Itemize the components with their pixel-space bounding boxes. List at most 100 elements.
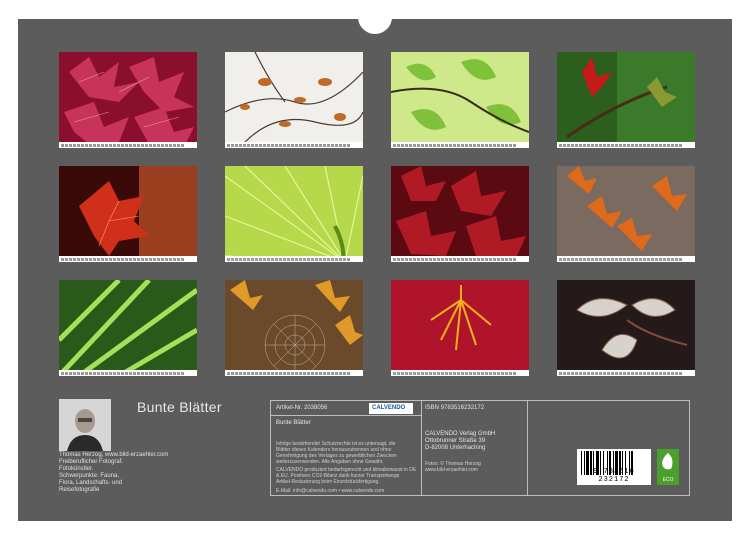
day-mark (157, 371, 160, 375)
day-mark (655, 143, 658, 147)
day-mark (433, 371, 436, 375)
day-mark (583, 143, 586, 147)
day-mark (61, 371, 64, 375)
isbn: ISBN 9783516232172 (425, 405, 485, 411)
day-mark (603, 371, 606, 375)
day-mark (93, 371, 96, 375)
day-mark (591, 257, 594, 261)
day-mark (631, 257, 634, 261)
day-mark (575, 257, 578, 261)
thumbnail-may (59, 166, 197, 262)
day-mark (161, 257, 164, 261)
day-mark (259, 257, 262, 261)
thumbnail-june (225, 166, 363, 262)
day-mark (299, 257, 302, 261)
day-mark (97, 257, 100, 261)
day-mark (339, 371, 342, 375)
day-mark (73, 257, 76, 261)
day-mark (279, 257, 282, 261)
day-mark (267, 257, 270, 261)
day-mark (497, 257, 500, 261)
day-mark (567, 257, 570, 261)
day-mark (623, 371, 626, 375)
day-mark (595, 371, 598, 375)
day-mark (441, 143, 444, 147)
day-mark (291, 143, 294, 147)
day-mark (509, 371, 512, 375)
calendar-strip (557, 370, 695, 376)
day-mark (153, 371, 156, 375)
day-mark (401, 257, 404, 261)
day-mark (579, 143, 582, 147)
day-mark (307, 371, 310, 375)
day-mark (603, 143, 606, 147)
day-mark (449, 143, 452, 147)
day-mark (397, 143, 400, 147)
day-mark (85, 371, 88, 375)
day-mark (627, 371, 630, 375)
binding-hole (606, 6, 615, 14)
day-mark (69, 371, 72, 375)
day-mark (433, 257, 436, 261)
day-mark (231, 371, 234, 375)
day-mark (619, 143, 622, 147)
day-mark (473, 257, 476, 261)
day-mark (311, 371, 314, 375)
thumbnail-july (391, 166, 529, 262)
author-bio-line: Flora, Landschafts- und (59, 480, 123, 486)
day-mark (425, 257, 428, 261)
day-mark (469, 257, 472, 261)
day-mark (429, 257, 432, 261)
day-mark (73, 371, 76, 375)
contact-text: E-Mail: info@calvendo.com • www.calvendo… (276, 488, 385, 494)
binding-hole (197, 6, 206, 14)
calendar-strip (225, 142, 363, 148)
publisher-street: Ottobrunner Straße 39 (425, 438, 486, 444)
day-mark (109, 371, 112, 375)
day-mark (85, 143, 88, 147)
day-mark (501, 371, 504, 375)
binding-hole (259, 6, 268, 14)
day-mark (643, 371, 646, 375)
day-mark (331, 371, 334, 375)
photo-credits-url: www.bild-erzaehler.com (425, 467, 478, 473)
day-mark (137, 143, 140, 147)
day-mark (153, 143, 156, 147)
binding-hole (482, 6, 491, 14)
day-mark (563, 143, 566, 147)
calendar-strip (59, 370, 197, 376)
day-mark (97, 371, 100, 375)
day-mark (287, 143, 290, 147)
day-mark (477, 257, 480, 261)
day-mark (271, 371, 274, 375)
day-mark (101, 143, 104, 147)
day-mark (295, 371, 298, 375)
binding-hole (420, 6, 429, 14)
day-mark (343, 143, 346, 147)
binding-hole (631, 6, 640, 14)
day-mark (235, 257, 238, 261)
binding-hole (445, 6, 454, 14)
day-mark (655, 257, 658, 261)
day-mark (149, 257, 152, 261)
day-mark (121, 143, 124, 147)
day-mark (441, 257, 444, 261)
day-mark (623, 143, 626, 147)
author-portrait (59, 399, 111, 451)
day-mark (671, 143, 674, 147)
day-mark (461, 257, 464, 261)
day-mark (623, 257, 626, 261)
day-mark (639, 257, 642, 261)
day-mark (227, 371, 230, 375)
binding-hole (619, 6, 628, 14)
day-mark (575, 371, 578, 375)
day-mark (243, 143, 246, 147)
calendar-strip (59, 256, 197, 262)
day-mark (105, 143, 108, 147)
day-mark (639, 371, 642, 375)
day-mark (469, 371, 472, 375)
day-mark (473, 143, 476, 147)
day-mark (275, 143, 278, 147)
binding-hole (582, 6, 590, 14)
binding-hole (86, 6, 94, 14)
